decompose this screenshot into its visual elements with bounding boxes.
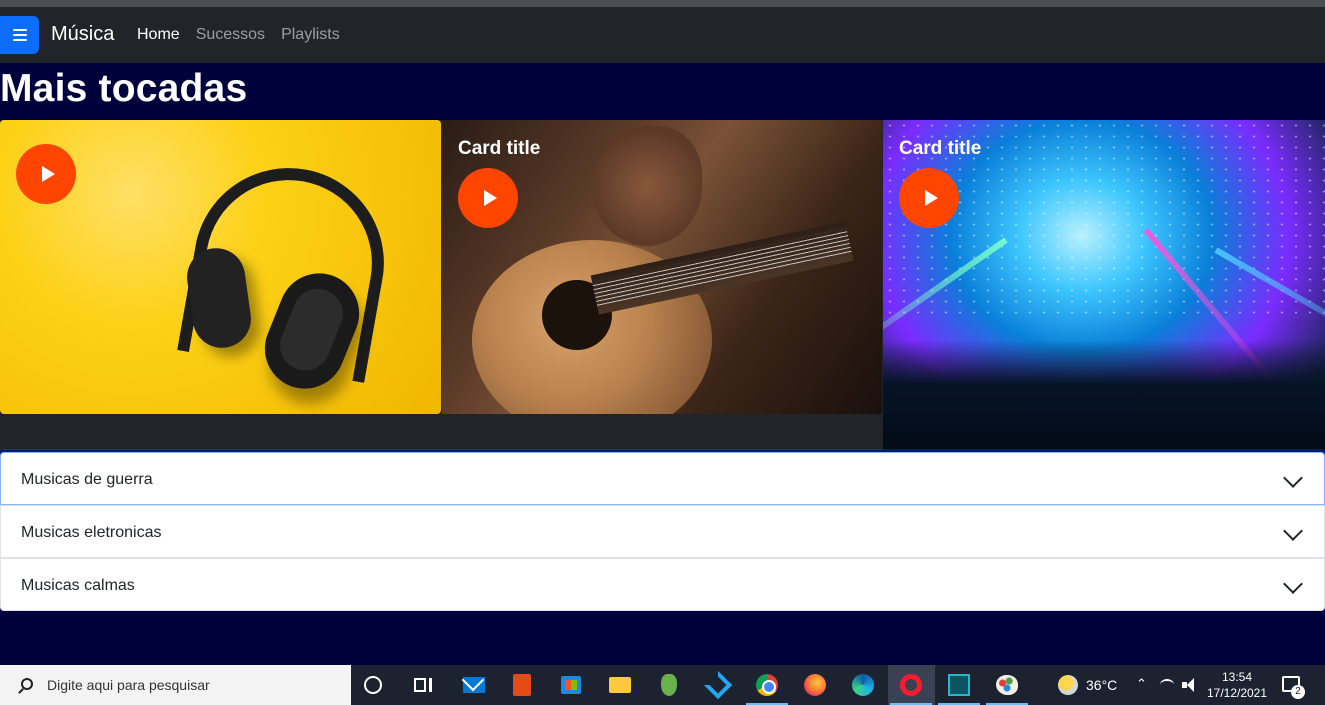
- weather-temperature: 36°C: [1086, 677, 1118, 693]
- playlist-accordion: Musicas de guerra Musicas eletronicas Mu…: [0, 452, 1325, 611]
- navbar-brand[interactable]: Música: [51, 23, 114, 46]
- play-button[interactable]: [16, 144, 76, 204]
- office-icon[interactable]: [510, 673, 534, 697]
- search-icon: [21, 678, 33, 690]
- window-top-strip: [0, 0, 1325, 7]
- chevron-down-icon: [1283, 574, 1303, 594]
- edge-icon[interactable]: [851, 673, 875, 697]
- music-card-2[interactable]: Card title: [442, 120, 882, 414]
- file-explorer-icon[interactable]: [608, 673, 632, 697]
- pycharm-icon[interactable]: [938, 673, 980, 705]
- opera-icon[interactable]: [890, 673, 932, 705]
- card-title: Card title: [458, 138, 541, 159]
- clock-date: 17/12/2021: [1206, 686, 1268, 700]
- music-card-1[interactable]: [0, 120, 441, 414]
- weather-icon: [1058, 675, 1078, 695]
- play-icon: [483, 190, 497, 206]
- notification-count-badge: 2: [1291, 685, 1305, 699]
- menu-toggle-button[interactable]: [0, 16, 39, 54]
- accordion-item-musicas-eletronicas[interactable]: Musicas eletronicas: [0, 505, 1325, 558]
- play-icon: [924, 190, 938, 206]
- system-clock[interactable]: 13:54 17/12/2021: [1204, 669, 1270, 701]
- page-title: Mais tocadas: [0, 67, 248, 110]
- wifi-icon[interactable]: [1160, 679, 1174, 691]
- taskbar-search-box[interactable]: Digite aqui para pesquisar: [0, 665, 351, 705]
- music-card-3[interactable]: Card title: [883, 120, 1325, 450]
- task-view-icon[interactable]: [411, 673, 435, 697]
- volume-icon[interactable]: [1182, 678, 1196, 692]
- footprint-app-icon[interactable]: [657, 673, 681, 697]
- nav-link-playlists[interactable]: Playlists: [281, 26, 340, 44]
- firefox-icon[interactable]: [803, 673, 827, 697]
- chevron-down-icon: [1283, 521, 1303, 541]
- windows-taskbar: Digite aqui para pesquisar 36°C ⌃ 13:54 …: [0, 665, 1325, 705]
- nav-links: Home Sucessos Playlists: [137, 26, 340, 44]
- nav-link-home[interactable]: Home: [137, 26, 180, 44]
- vscode-icon[interactable]: [703, 670, 733, 700]
- accordion-item-musicas-calmas[interactable]: Musicas calmas: [0, 558, 1325, 611]
- play-button[interactable]: [458, 168, 518, 228]
- clock-time: 13:54: [1221, 670, 1253, 684]
- accordion-label: Musicas de guerra: [21, 471, 153, 488]
- search-placeholder: Digite aqui para pesquisar: [47, 677, 210, 693]
- chrome-icon[interactable]: [746, 673, 788, 705]
- chevron-down-icon: [1283, 468, 1303, 488]
- accordion-label: Musicas eletronicas: [21, 524, 162, 541]
- card-title: Card title: [899, 138, 982, 159]
- hamburger-icon: [12, 29, 27, 41]
- navbar: Música Home Sucessos Playlists: [0, 7, 1325, 63]
- mail-icon[interactable]: [462, 673, 486, 697]
- play-icon: [41, 166, 55, 182]
- accordion-item-musicas-de-guerra[interactable]: Musicas de guerra: [0, 452, 1325, 505]
- accordion-label: Musicas calmas: [21, 577, 135, 594]
- play-button[interactable]: [899, 168, 959, 228]
- paint-icon[interactable]: [986, 673, 1028, 705]
- nav-link-sucessos[interactable]: Sucessos: [196, 26, 265, 44]
- weather-widget[interactable]: 36°C: [1058, 675, 1117, 695]
- cortana-icon[interactable]: [364, 676, 382, 694]
- show-hidden-icons-chevron-up-icon[interactable]: ⌃: [1136, 676, 1147, 692]
- store-icon[interactable]: [559, 673, 583, 697]
